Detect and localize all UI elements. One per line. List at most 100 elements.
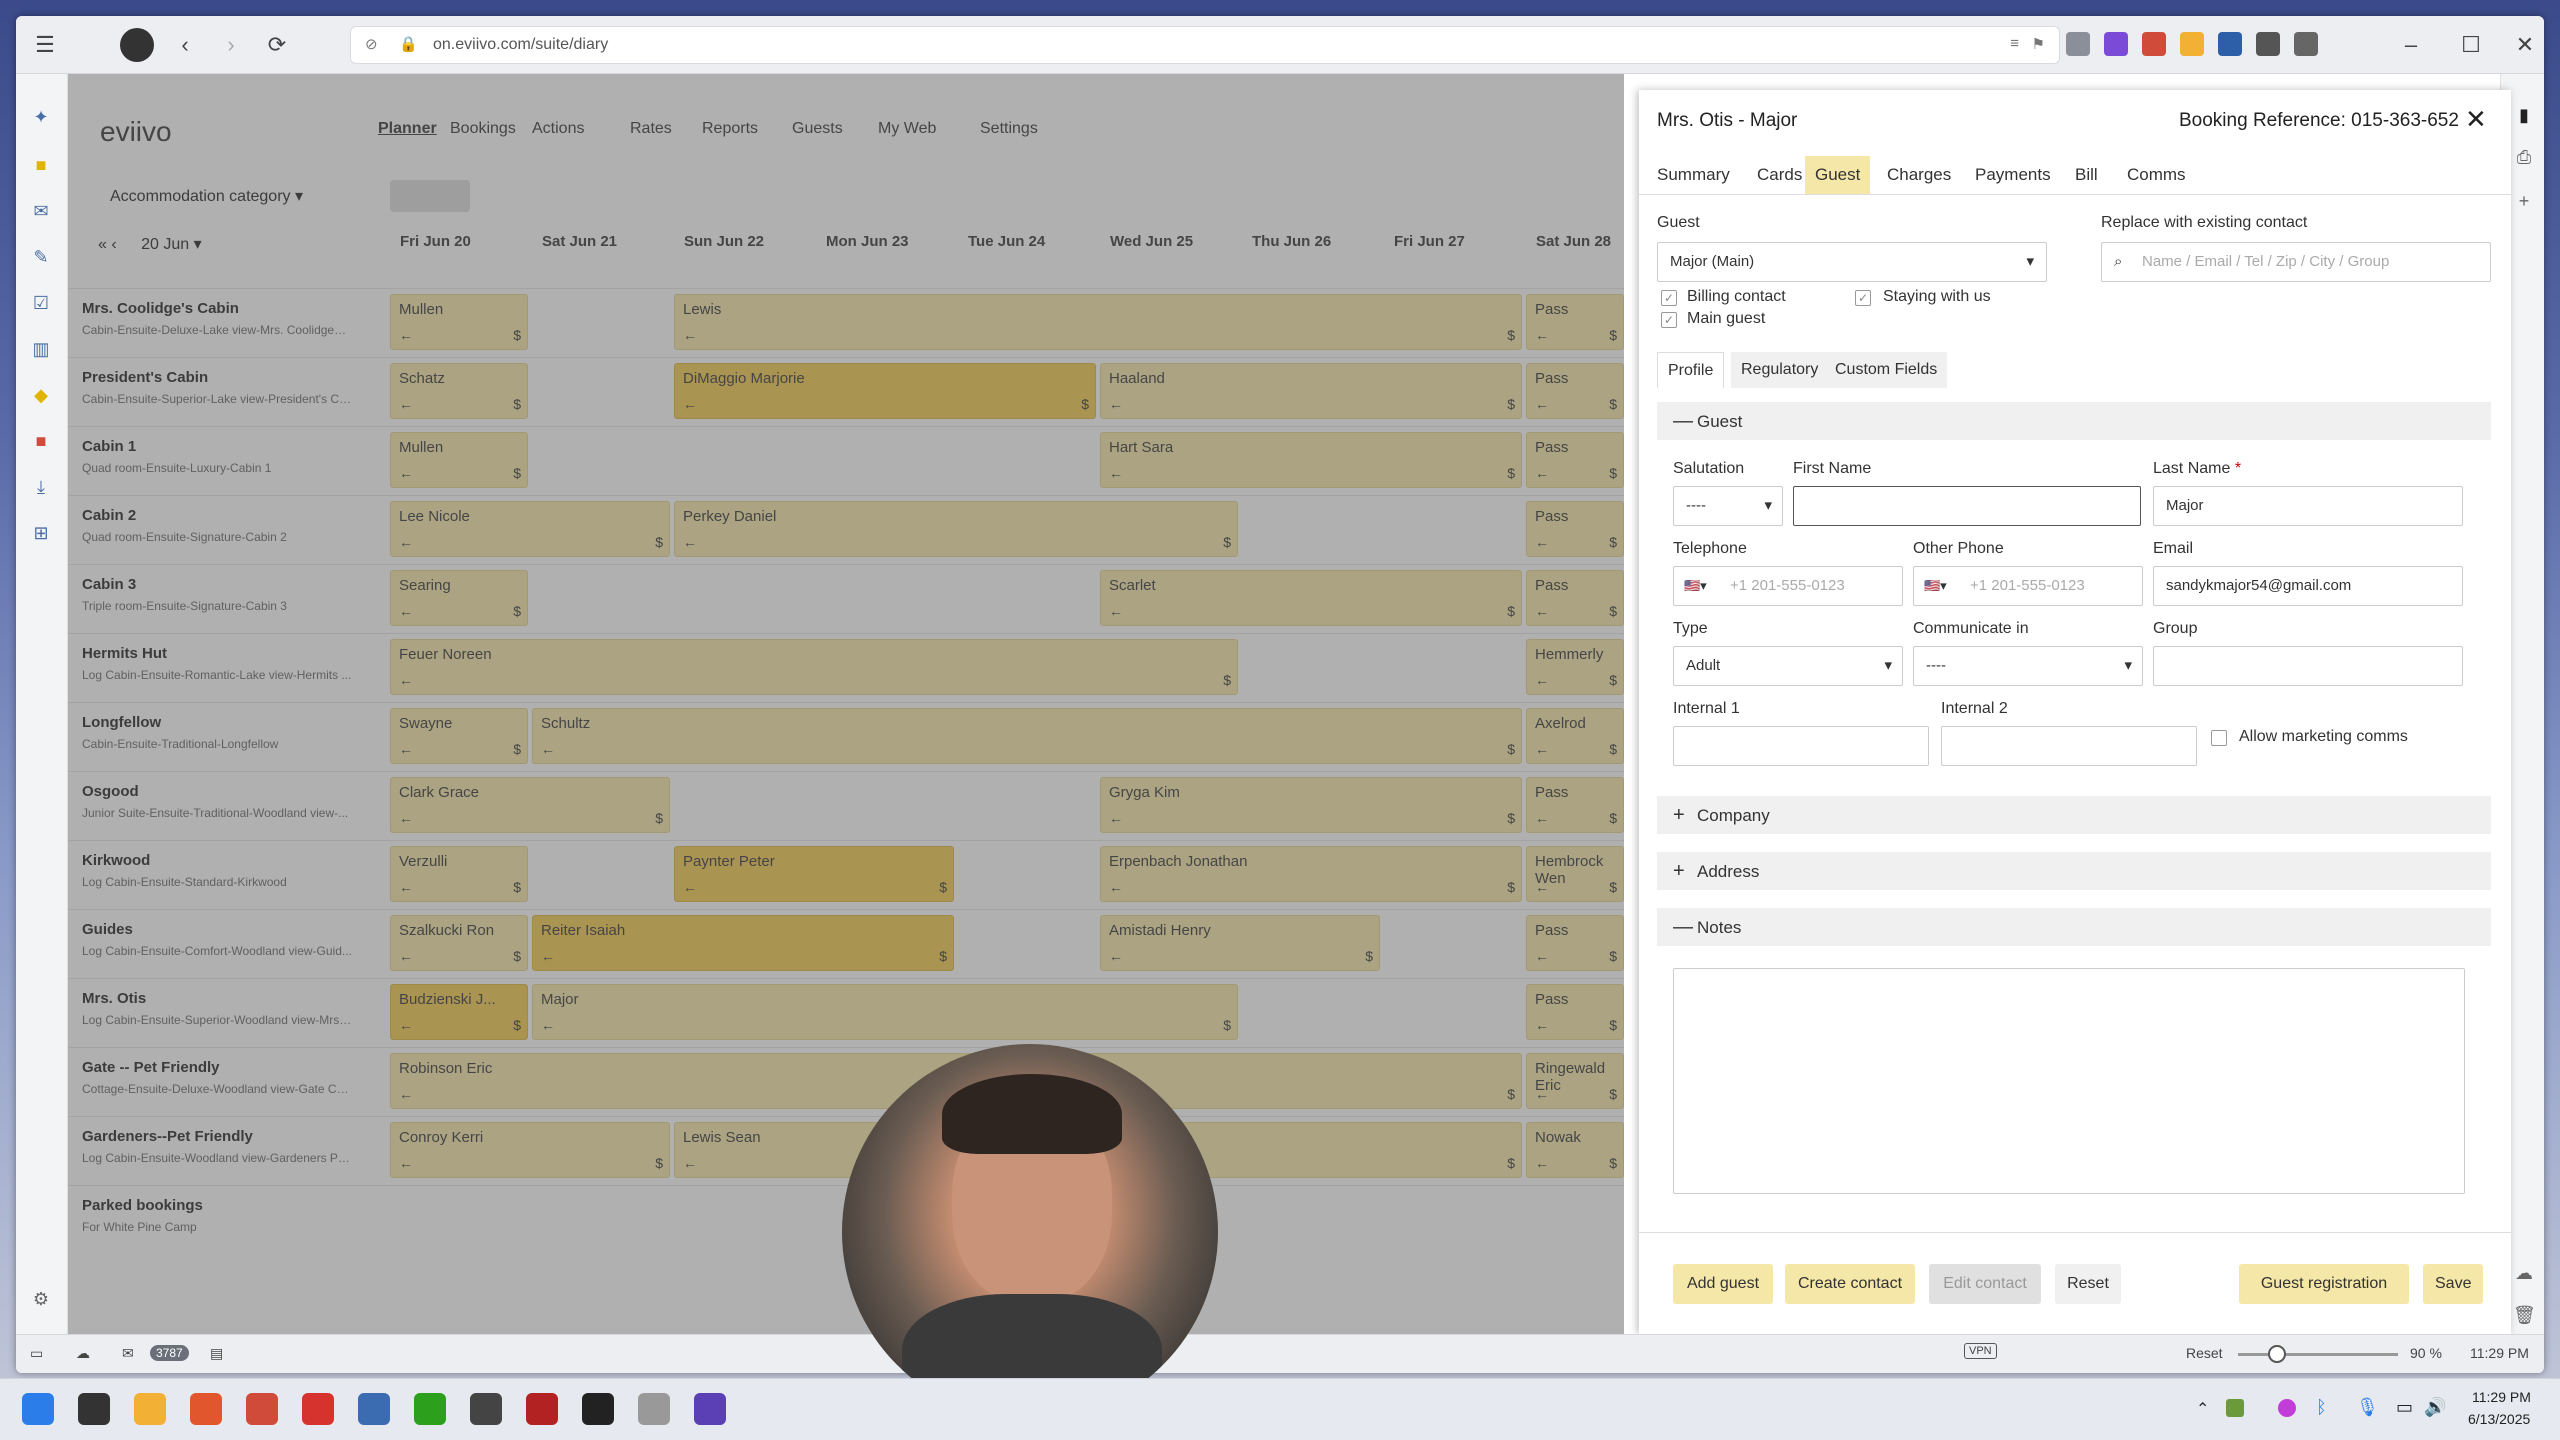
tab-comms[interactable]: Comms <box>2117 156 2196 194</box>
extension-icon[interactable] <box>2104 32 2128 56</box>
internal2-field[interactable] <box>1941 726 2197 766</box>
marketing-checkbox[interactable] <box>2211 730 2227 746</box>
back-icon[interactable]: ‹ <box>170 30 200 60</box>
internal1-field[interactable] <box>1673 726 1929 766</box>
vpn-icon[interactable]: VPN <box>1964 1343 1997 1359</box>
panel-icon[interactable]: ◆ <box>30 384 52 406</box>
settings-icon[interactable]: ⚙ <box>30 1288 52 1310</box>
layers-icon[interactable] <box>2294 32 2318 56</box>
tab-guest[interactable]: Guest <box>1805 156 1871 194</box>
chevron-up-icon[interactable]: ⌃ <box>2196 1399 2209 1419</box>
tab-charges[interactable]: Charges <box>1877 156 1961 194</box>
cloud-icon[interactable]: ☁ <box>76 1345 90 1362</box>
app-icon[interactable] <box>526 1393 558 1425</box>
section-address[interactable]: + Address <box>1657 852 2491 890</box>
salutation-select[interactable]: ---- ▾ <box>1673 486 1783 526</box>
profile-avatar[interactable] <box>120 28 154 62</box>
billing-checkbox[interactable]: ✓ <box>1661 290 1677 306</box>
trash-icon[interactable]: 🗑 <box>2513 1304 2536 1326</box>
panel-icon[interactable]: ▭ <box>30 1345 43 1362</box>
zoom-slider[interactable] <box>2238 1353 2398 1356</box>
close-window-icon[interactable]: ✕ <box>2510 30 2540 60</box>
reload-icon[interactable]: ⟳ <box>262 30 292 60</box>
zoom-slider-handle[interactable] <box>2268 1345 2286 1363</box>
add-icon[interactable]: + <box>2513 190 2535 212</box>
add-guest-button[interactable]: Add guest <box>1673 1264 1773 1304</box>
reader-icon[interactable]: ≡ <box>2010 35 2019 52</box>
menu-icon[interactable]: ☰ <box>30 30 60 60</box>
mail-icon[interactable]: ✉ <box>30 200 52 222</box>
flag-us-icon[interactable]: 🇺🇸▾ <box>1924 567 1947 605</box>
subtab-regulatory[interactable]: Regulatory <box>1731 352 1829 388</box>
bluetooth-icon[interactable]: ᛒ <box>2316 1397 2327 1418</box>
sparkle-icon[interactable]: ✦ <box>30 106 52 128</box>
network-icon[interactable]: ▭ <box>2396 1397 2413 1418</box>
communicate-select[interactable]: ---- ▾ <box>1913 646 2143 686</box>
todoist-icon[interactable] <box>246 1393 278 1425</box>
tray-icon[interactable] <box>2278 1399 2296 1417</box>
download-icon[interactable]: ⤓ <box>30 476 52 498</box>
group-field[interactable] <box>2153 646 2463 686</box>
last-name-field[interactable]: Major <box>2153 486 2463 526</box>
edit-icon[interactable]: ✎ <box>30 246 52 268</box>
reset-zoom-label[interactable]: Reset <box>2186 1345 2223 1361</box>
tray-icon[interactable] <box>2226 1399 2244 1417</box>
tab-payments[interactable]: Payments <box>1965 156 2061 194</box>
app-icon[interactable] <box>638 1393 670 1425</box>
address-bar[interactable]: ⊘ 🔒 on.eviivo.com/suite/diary ≡ ⚑ <box>350 26 2060 64</box>
tab-summary[interactable]: Summary <box>1647 156 1740 194</box>
email-field[interactable]: sandykmajor54@gmail.com <box>2153 566 2463 606</box>
printer-icon[interactable]: ⎙ <box>2513 146 2535 168</box>
section-company[interactable]: + Company <box>1657 796 2491 834</box>
cloud-icon[interactable]: ☁ <box>2513 1262 2535 1284</box>
guest-select[interactable]: Major (Main) ▾ <box>1657 242 2047 282</box>
minimize-icon[interactable]: – <box>2396 30 2426 60</box>
first-name-field[interactable] <box>1793 486 2141 526</box>
tab-bill[interactable]: Bill <box>2065 156 2108 194</box>
extension-icon[interactable] <box>2066 32 2090 56</box>
other-phone-field[interactable]: 🇺🇸▾ +1 201-555-0123 <box>1913 566 2143 606</box>
guest-registration-button[interactable]: Guest registration <box>2239 1264 2409 1304</box>
subtab-profile[interactable]: Profile <box>1657 352 1725 388</box>
windows-start-icon[interactable] <box>22 1393 54 1425</box>
close-icon[interactable]: ✕ <box>2465 104 2487 135</box>
flag-us-icon[interactable]: 🇺🇸▾ <box>1684 567 1707 605</box>
maximize-icon[interactable]: ☐ <box>2456 30 2486 60</box>
folder-icon[interactable] <box>134 1393 166 1425</box>
telephone-field[interactable]: 🇺🇸▾ +1 201-555-0123 <box>1673 566 1903 606</box>
extension-icon[interactable] <box>2218 32 2242 56</box>
panel-toggle-icon[interactable]: ▮ <box>2513 104 2535 126</box>
app-icon[interactable] <box>78 1393 110 1425</box>
app-icon[interactable] <box>358 1393 390 1425</box>
main-guest-checkbox[interactable]: ✓ <box>1661 312 1677 328</box>
notes-icon[interactable]: ■ <box>30 154 52 176</box>
volume-icon[interactable]: 🔊 <box>2424 1397 2446 1418</box>
add-panel-icon[interactable]: ⊞ <box>30 522 52 544</box>
app-icon[interactable] <box>190 1393 222 1425</box>
bookmark-icon[interactable]: ⚑ <box>2032 35 2045 53</box>
quickbooks-icon[interactable] <box>414 1393 446 1425</box>
type-select[interactable]: Adult ▾ <box>1673 646 1903 686</box>
edit-contact-button[interactable]: Edit contact <box>1929 1264 2041 1304</box>
section-guest[interactable]: — Guest <box>1657 402 2491 440</box>
app-icon[interactable] <box>582 1393 614 1425</box>
drive-icon[interactable] <box>2180 32 2204 56</box>
app-icon[interactable] <box>694 1393 726 1425</box>
save-button[interactable]: Save <box>2423 1264 2483 1304</box>
app-icon[interactable] <box>470 1393 502 1425</box>
reading-icon[interactable]: ▥ <box>30 338 52 360</box>
tab-cards[interactable]: Cards <box>1747 156 1812 194</box>
extension-icon[interactable] <box>2142 32 2166 56</box>
forward-icon[interactable]: › <box>216 30 246 60</box>
todoist-icon[interactable]: ■ <box>30 430 52 452</box>
microphone-icon[interactable]: 🎙 <box>2356 1397 2379 1418</box>
mail-icon[interactable]: ✉ <box>122 1345 134 1362</box>
create-contact-button[interactable]: Create contact <box>1785 1264 1915 1304</box>
section-notes[interactable]: — Notes <box>1657 908 2491 946</box>
puzzle-icon[interactable] <box>2256 32 2280 56</box>
vivaldi-icon[interactable] <box>302 1393 334 1425</box>
calendar-icon[interactable]: ▤ <box>210 1345 223 1362</box>
notes-textarea[interactable] <box>1673 968 2465 1194</box>
subtab-custom-fields[interactable]: Custom Fields <box>1825 352 1948 388</box>
replace-contact-search[interactable]: ⌕ Name / Email / Tel / Zip / City / Group <box>2101 242 2491 282</box>
